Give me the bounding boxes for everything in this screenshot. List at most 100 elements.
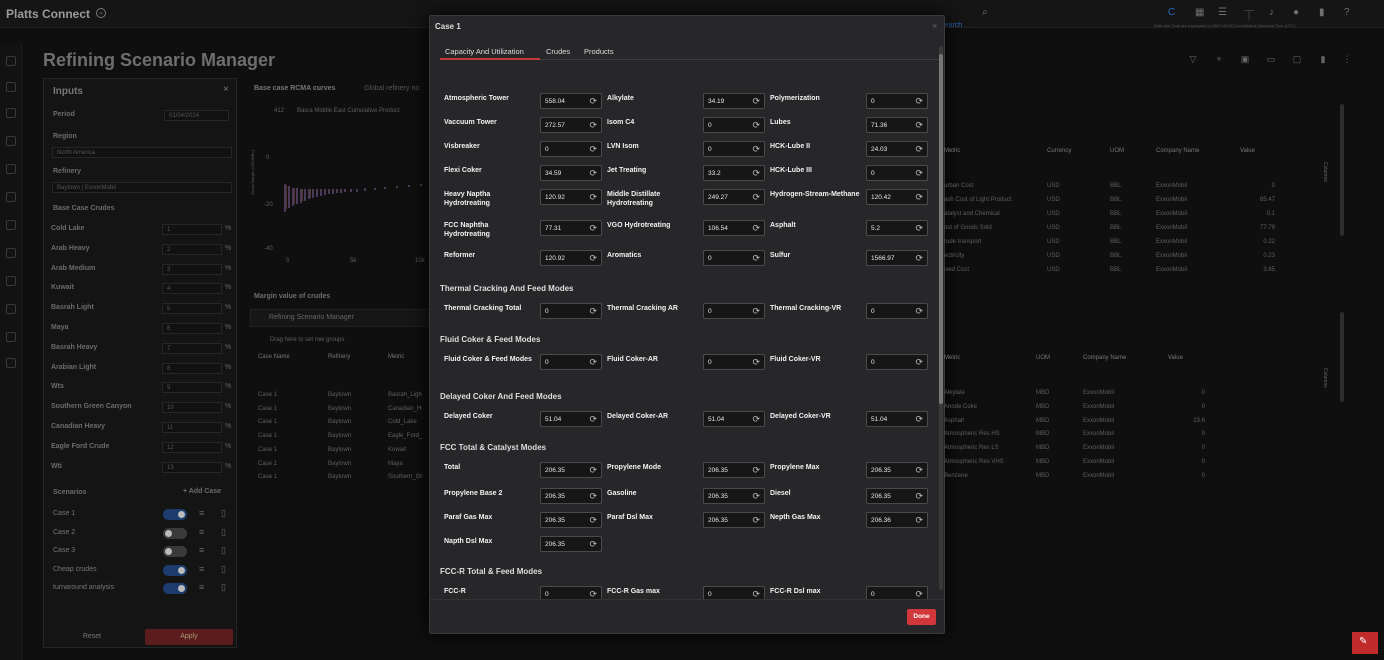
capacity-input[interactable]: 0 ⟳ bbox=[540, 303, 602, 319]
refresh-icon[interactable]: ⟳ bbox=[752, 465, 760, 476]
refresh-icon[interactable]: ⟳ bbox=[589, 491, 597, 502]
capacity-input[interactable]: 0 ⟳ bbox=[866, 93, 928, 109]
refresh-icon[interactable]: ⟳ bbox=[589, 306, 597, 317]
refresh-icon[interactable]: ⟳ bbox=[589, 465, 597, 476]
refresh-icon[interactable]: ⟳ bbox=[915, 192, 923, 203]
crude-percent-input[interactable]: 2 bbox=[162, 243, 222, 255]
refresh-icon[interactable]: ⟳ bbox=[589, 357, 597, 368]
bell-icon[interactable]: ♪ bbox=[1269, 7, 1274, 18]
refresh-icon[interactable]: ⟳ bbox=[752, 192, 760, 203]
grid-column-header[interactable]: Case Name bbox=[258, 354, 290, 360]
refresh-icon[interactable]: ⟳ bbox=[589, 414, 597, 425]
crude-percent-input[interactable]: 4 bbox=[162, 283, 222, 295]
capacity-input[interactable]: 120.42 ⟳ bbox=[866, 189, 928, 205]
close-icon[interactable]: × bbox=[223, 84, 229, 95]
capacity-input[interactable]: 33.2 ⟳ bbox=[703, 165, 765, 181]
crude-percent-input[interactable]: 1 bbox=[162, 224, 222, 235]
save-icon[interactable]: ▣ bbox=[1236, 52, 1254, 66]
capacity-input[interactable]: 206.35 ⟳ bbox=[703, 462, 765, 478]
refresh-icon[interactable]: ⟳ bbox=[752, 357, 760, 368]
building-icon[interactable] bbox=[6, 192, 16, 202]
settings-icon[interactable]: ≡ bbox=[199, 545, 204, 555]
trash-icon[interactable]: ▯ bbox=[221, 545, 226, 556]
bookmark-icon[interactable]: ▮ bbox=[1319, 7, 1325, 18]
grid-column-header[interactable]: Metric bbox=[944, 148, 960, 154]
grid-column-header[interactable]: Refinery bbox=[328, 354, 350, 360]
capacity-input[interactable]: 272.57 ⟳ bbox=[540, 117, 602, 133]
capacity-input[interactable]: 120.92 ⟳ bbox=[540, 189, 602, 205]
trash-icon[interactable]: ▯ bbox=[221, 564, 226, 575]
search-icon[interactable]: ⌕ bbox=[982, 7, 988, 18]
refresh-icon[interactable]: ⟳ bbox=[589, 192, 597, 203]
add-case-button[interactable]: + Add Case bbox=[183, 488, 221, 495]
refresh-icon[interactable]: ⟳ bbox=[915, 515, 923, 526]
scenario-toggle[interactable] bbox=[163, 583, 187, 594]
chart-tab[interactable]: Global refinery no bbox=[364, 85, 419, 92]
settings-icon[interactable]: ≡ bbox=[199, 582, 204, 592]
capacity-input[interactable]: 5.2 ⟳ bbox=[866, 220, 928, 236]
help-icon[interactable]: ? bbox=[1344, 7, 1350, 18]
scrollbar[interactable] bbox=[1340, 104, 1344, 236]
refresh-icon[interactable]: ⟳ bbox=[589, 144, 597, 155]
scenario-toggle[interactable] bbox=[163, 509, 187, 520]
document-icon[interactable] bbox=[6, 108, 16, 118]
capacity-input[interactable]: 206.35 ⟳ bbox=[540, 488, 602, 504]
capacity-input[interactable]: 120.92 ⟳ bbox=[540, 250, 602, 266]
filter-icon[interactable]: ▽ bbox=[1184, 52, 1202, 66]
capacity-input[interactable]: 206.35 ⟳ bbox=[540, 536, 602, 552]
crude-percent-input[interactable]: 12 bbox=[162, 441, 222, 453]
grid-column-header[interactable]: UOM bbox=[1036, 355, 1050, 361]
grid-column-header[interactable]: Company Name bbox=[1156, 148, 1199, 154]
capacity-input[interactable]: 34.19 ⟳ bbox=[703, 93, 765, 109]
globe-icon[interactable] bbox=[6, 82, 16, 92]
crude-percent-input[interactable]: 13 bbox=[162, 461, 222, 473]
scenario-toggle[interactable] bbox=[163, 527, 187, 539]
trash-icon[interactable]: ▯ bbox=[221, 508, 226, 519]
tab-products[interactable]: Products bbox=[584, 47, 614, 56]
crude-percent-input[interactable]: 9 bbox=[162, 382, 222, 394]
refresh-icon[interactable]: ⟳ bbox=[589, 168, 597, 179]
refresh-icon[interactable]: ⟳ bbox=[752, 168, 760, 179]
columns-toggle[interactable]: Columns bbox=[1322, 368, 1328, 388]
settings-icon[interactable]: ≡ bbox=[199, 564, 204, 574]
reset-button[interactable]: Reset bbox=[48, 629, 136, 645]
settings-icon[interactable]: ≡ bbox=[199, 508, 204, 518]
monitor-icon[interactable]: ▢ bbox=[1288, 52, 1306, 66]
grid-column-header[interactable]: Currency bbox=[1047, 148, 1071, 154]
refresh-icon[interactable]: ⟳ bbox=[915, 414, 923, 425]
crude-percent-input[interactable]: 11 bbox=[162, 422, 222, 433]
capacity-input[interactable]: 249.27 ⟳ bbox=[703, 189, 765, 205]
crude-percent-input[interactable]: 5 bbox=[162, 303, 222, 315]
capacity-input[interactable]: 0 ⟳ bbox=[703, 303, 765, 319]
network-icon[interactable] bbox=[6, 276, 16, 286]
refresh-icon[interactable]: ⟳ bbox=[752, 120, 760, 131]
crude-percent-input[interactable]: 7 bbox=[162, 342, 222, 354]
period-input[interactable]: 01/04/2024 bbox=[164, 110, 229, 121]
refresh-icon[interactable]: ⟳ bbox=[915, 253, 923, 264]
scenario-toggle[interactable] bbox=[163, 564, 187, 576]
capacity-input[interactable]: 0 ⟳ bbox=[703, 117, 765, 133]
trash-icon[interactable]: ▯ bbox=[221, 527, 226, 538]
capacity-input[interactable]: 558.04 ⟳ bbox=[540, 93, 602, 109]
refresh-icon[interactable]: ⟳ bbox=[752, 253, 760, 264]
grid-column-header[interactable]: Value bbox=[1240, 148, 1255, 154]
capacity-input[interactable]: 1566.97 ⟳ bbox=[866, 250, 928, 266]
capacity-input[interactable]: 51.04 ⟳ bbox=[540, 411, 602, 427]
crude-percent-input[interactable]: 10 bbox=[162, 402, 222, 414]
done-button[interactable]: Done bbox=[907, 609, 936, 625]
refresh-icon[interactable]: ⟳ bbox=[915, 96, 923, 107]
refresh-icon[interactable]: C bbox=[1168, 7, 1175, 18]
add-icon[interactable]: + bbox=[1210, 52, 1228, 66]
refresh-icon[interactable]: ⟳ bbox=[752, 144, 760, 155]
refresh-icon[interactable]: ⟳ bbox=[915, 306, 923, 317]
grid-column-header[interactable]: Metric bbox=[944, 355, 960, 361]
crude-percent-input[interactable]: 8 bbox=[162, 362, 222, 374]
map-icon[interactable] bbox=[6, 332, 16, 342]
refresh-icon[interactable]: ⟳ bbox=[589, 120, 597, 131]
capacity-input[interactable]: 0 ⟳ bbox=[540, 586, 602, 600]
refresh-icon[interactable]: ⟳ bbox=[589, 223, 597, 234]
tab-crudes[interactable]: Crudes bbox=[546, 47, 570, 56]
settings-icon[interactable]: ≡ bbox=[199, 527, 204, 537]
capacity-input[interactable]: 0 ⟳ bbox=[703, 354, 765, 370]
report-icon[interactable] bbox=[6, 136, 16, 146]
